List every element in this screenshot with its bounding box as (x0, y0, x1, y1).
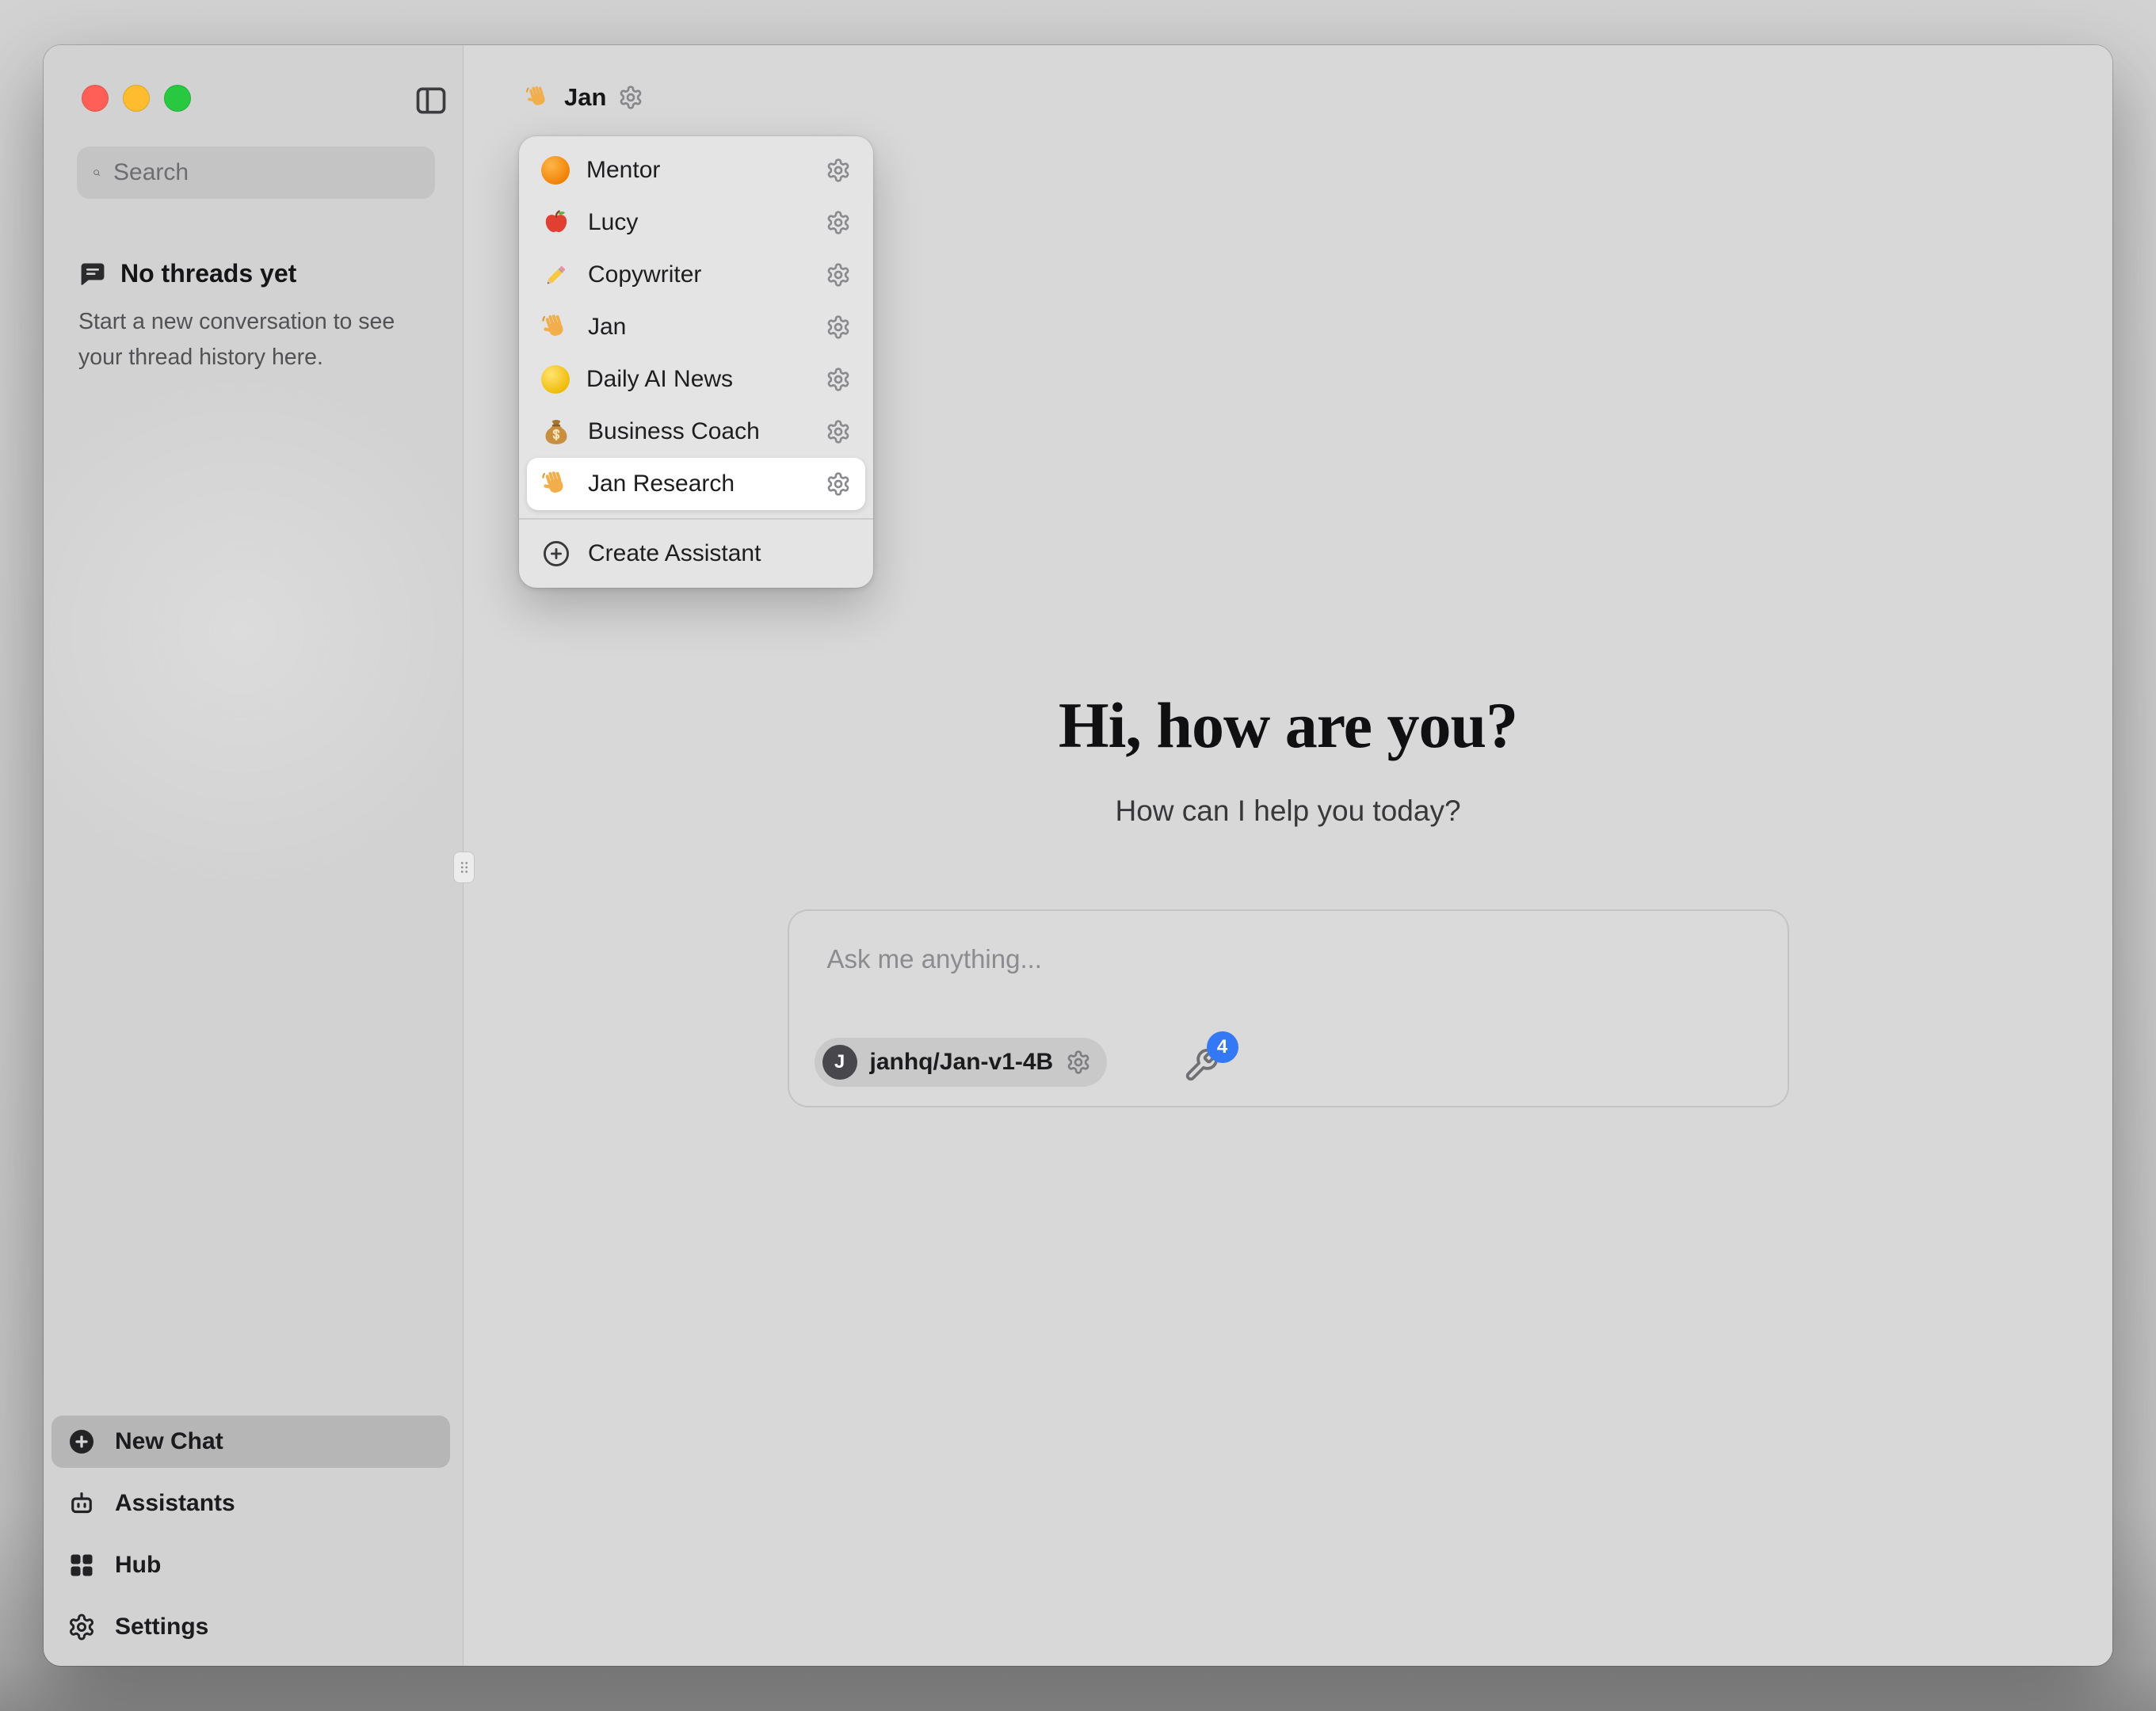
pencil-emoji-icon (541, 260, 571, 290)
chat-composer[interactable]: J janhq/Jan-v1-4B 4 (788, 909, 1789, 1107)
assistant-menu-item-copywriter[interactable]: Copywriter (527, 249, 865, 301)
orange-circle-emoji-icon (541, 156, 570, 185)
search-input[interactable] (113, 159, 419, 186)
assistant-gear-icon[interactable] (826, 419, 851, 444)
assistant-menu-item-daily-ai-news[interactable]: Daily AI News (527, 353, 865, 406)
assistant-gear-icon[interactable] (826, 471, 851, 497)
tools-count-badge: 4 (1207, 1031, 1238, 1063)
plus-circle-icon (541, 539, 571, 569)
sidebar-item-label: Assistants (115, 1490, 235, 1517)
assistant-dropdown-menu: Mentor Lucy Copywriter Jan Daily AI (519, 136, 873, 588)
search-icon (93, 160, 101, 185)
assistant-gear-icon[interactable] (826, 314, 851, 340)
tools-button[interactable]: 4 (1183, 1047, 1221, 1085)
assistant-menu-item-label: Daily AI News (586, 366, 809, 393)
sidebar-resize-handle[interactable] (453, 852, 475, 883)
sidebar: No threads yet Start a new conversation … (44, 45, 464, 1666)
assistant-menu-item-jan[interactable]: Jan (527, 301, 865, 353)
zoom-window-button[interactable] (164, 85, 191, 112)
assistant-gear-icon[interactable] (826, 210, 851, 235)
assistant-switcher-button[interactable]: Jan (521, 75, 648, 120)
money-bag-emoji-icon (541, 417, 571, 447)
grid-icon (67, 1551, 96, 1580)
minimize-window-button[interactable] (123, 85, 150, 112)
sidebar-item-settings[interactable]: Settings (52, 1601, 450, 1653)
sidebar-bottom-nav: New Chat Assistants Hub Settings (52, 1416, 450, 1653)
waving-hand-icon (525, 84, 552, 111)
waving-hand-emoji-icon (541, 469, 571, 499)
model-settings-gear-icon[interactable] (1066, 1050, 1091, 1075)
chat-bubble-icon (78, 260, 107, 288)
assistant-menu-item-label: Business Coach (588, 418, 809, 445)
create-assistant-button[interactable]: Create Assistant (527, 528, 865, 580)
greeting-title: Hi, how are you? (464, 688, 2112, 763)
assistant-menu-item-mentor[interactable]: Mentor (527, 144, 865, 196)
apple-emoji-icon (541, 208, 571, 238)
assistant-gear-icon[interactable] (826, 262, 851, 288)
threads-empty-state: No threads yet Start a new conversation … (78, 259, 427, 375)
main-panel: Jan Mentor Lucy Copywriter Ja (464, 45, 2112, 1666)
create-assistant-label: Create Assistant (588, 540, 851, 567)
assistant-menu-item-label: Mentor (586, 157, 809, 184)
assistant-settings-gear-icon[interactable] (618, 85, 643, 110)
sidebar-item-hub[interactable]: Hub (52, 1539, 450, 1591)
app-window: No threads yet Start a new conversation … (44, 45, 2112, 1666)
greeting-block: Hi, how are you? How can I help you toda… (464, 688, 2112, 828)
search-field[interactable] (77, 147, 435, 199)
empty-state-description: Start a new conversation to see your thr… (78, 304, 427, 375)
sidebar-toggle-button[interactable] (414, 83, 448, 118)
sidebar-item-assistants[interactable]: Assistants (52, 1477, 450, 1530)
model-name: janhq/Jan-v1-4B (870, 1049, 1054, 1076)
assistant-menu-item-label: Jan (588, 314, 809, 341)
close-window-button[interactable] (82, 85, 109, 112)
sidebar-item-label: Hub (115, 1552, 161, 1579)
plus-circle-icon (67, 1427, 96, 1456)
assistant-menu-item-lucy[interactable]: Lucy (527, 196, 865, 249)
current-assistant-name: Jan (564, 83, 606, 112)
greeting-subtitle: How can I help you today? (464, 795, 2112, 828)
assistant-menu-item-jan-research[interactable]: Jan Research (527, 458, 865, 510)
model-avatar: J (822, 1045, 857, 1080)
bot-icon (67, 1489, 96, 1518)
panel-left-icon (414, 83, 448, 118)
assistant-menu-item-label: Jan Research (588, 471, 809, 497)
assistant-menu-item-label: Copywriter (588, 261, 809, 288)
yellow-circle-emoji-icon (541, 365, 570, 394)
sidebar-item-label: Settings (115, 1614, 208, 1641)
traffic-lights (82, 85, 191, 112)
assistant-gear-icon[interactable] (826, 158, 851, 183)
waving-hand-emoji-icon (541, 312, 571, 342)
assistant-gear-icon[interactable] (826, 367, 851, 392)
model-selector[interactable]: J janhq/Jan-v1-4B (815, 1038, 1108, 1087)
sidebar-item-new-chat[interactable]: New Chat (52, 1416, 450, 1468)
chat-input[interactable] (789, 911, 1788, 1030)
assistant-menu-item-label: Lucy (588, 209, 809, 236)
grip-dots-icon (456, 856, 473, 879)
assistant-menu-item-business-coach[interactable]: Business Coach (527, 406, 865, 458)
empty-state-title: No threads yet (120, 259, 296, 288)
gear-icon (67, 1613, 96, 1641)
menu-separator (519, 518, 873, 520)
sidebar-item-label: New Chat (115, 1428, 223, 1455)
